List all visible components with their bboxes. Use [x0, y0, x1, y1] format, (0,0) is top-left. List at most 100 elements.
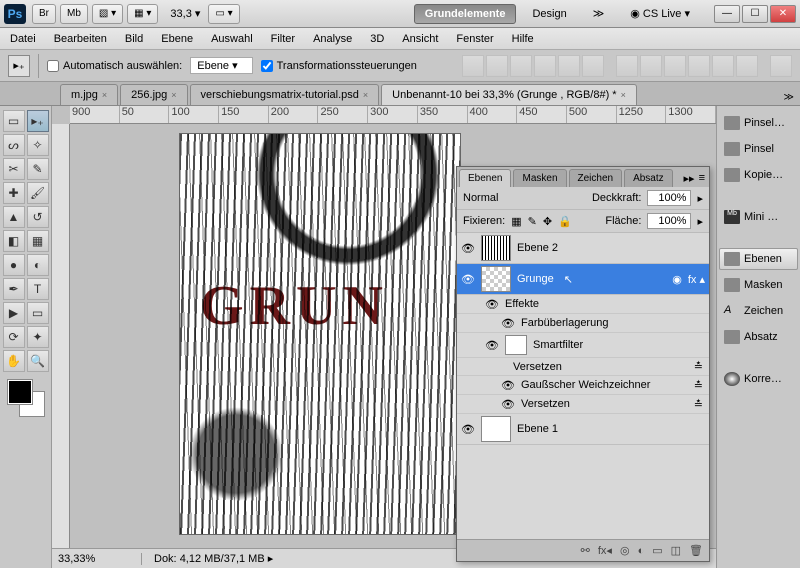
- distribute-btn-3[interactable]: [664, 55, 686, 77]
- panel-tab-ebenen[interactable]: Ebenen: [459, 169, 511, 187]
- document[interactable]: GRUN: [180, 134, 460, 534]
- menu-auswahl[interactable]: Auswahl: [211, 33, 253, 45]
- lock-pixels-icon[interactable]: ▦: [511, 215, 521, 228]
- panel-menu-icon[interactable]: ≡: [699, 172, 705, 185]
- panel-pinsel-preset[interactable]: Pinsel…: [719, 112, 798, 134]
- align-btn-5[interactable]: [558, 55, 580, 77]
- lock-all-icon[interactable]: 🔒: [558, 215, 572, 228]
- zoom-dropdown[interactable]: 33,3 ▾: [162, 7, 208, 20]
- layer-style-icon[interactable]: fx◂: [598, 544, 612, 557]
- filter-options-icon[interactable]: ≛: [694, 379, 709, 392]
- doc-tab-3[interactable]: Unbenannt-10 bei 33,3% (Grunge , RGB/8#)…: [381, 84, 637, 105]
- layer-name[interactable]: Grunge: [517, 273, 554, 285]
- menu-3d[interactable]: 3D: [370, 33, 384, 45]
- layer-mask-icon[interactable]: ◎: [620, 544, 630, 557]
- menu-analyse[interactable]: Analyse: [313, 33, 352, 45]
- stamp-tool[interactable]: ▲: [3, 206, 25, 228]
- layer-thumbnail[interactable]: [481, 266, 511, 292]
- panel-zeichen[interactable]: AZeichen: [719, 300, 798, 322]
- menu-bearbeiten[interactable]: Bearbeiten: [54, 33, 107, 45]
- new-layer-icon[interactable]: ◫: [671, 544, 681, 557]
- distribute-btn-5[interactable]: [712, 55, 734, 77]
- smart-filter-item[interactable]: Versetzen≛: [457, 358, 709, 376]
- maximize-button[interactable]: ☐: [742, 5, 768, 23]
- close-icon[interactable]: ×: [621, 90, 626, 100]
- layers-panel[interactable]: Ebenen Masken Zeichen Absatz ▸▸≡ Normal …: [456, 166, 710, 562]
- path-select-tool[interactable]: ▶: [3, 302, 25, 324]
- arrange-button[interactable]: ▭ ▾: [208, 4, 239, 24]
- panel-pinsel[interactable]: Pinsel: [719, 138, 798, 160]
- bridge-button[interactable]: Br: [32, 4, 56, 24]
- visibility-icon[interactable]: 👁: [501, 378, 515, 392]
- align-btn-6[interactable]: [582, 55, 604, 77]
- brush-tool[interactable]: 🖌: [27, 182, 49, 204]
- blend-mode-dropdown[interactable]: Normal: [463, 192, 586, 204]
- close-icon[interactable]: ×: [171, 90, 176, 100]
- gradient-tool[interactable]: ▦: [27, 230, 49, 252]
- distribute-btn-6[interactable]: [736, 55, 758, 77]
- delete-layer-icon[interactable]: 🗑: [689, 544, 703, 557]
- cslive-button[interactable]: ◉ CS Live ▾: [620, 4, 700, 23]
- layer-name[interactable]: Ebene 2: [517, 242, 558, 254]
- pen-tool[interactable]: ✒: [3, 278, 25, 300]
- magic-wand-tool[interactable]: ✧: [27, 134, 49, 156]
- blur-tool[interactable]: ●: [3, 254, 25, 276]
- chevron-icon[interactable]: ▸: [697, 215, 703, 228]
- lock-brush-icon[interactable]: ✎: [528, 215, 537, 228]
- workspace-primary[interactable]: Grundelemente: [414, 4, 517, 24]
- layer-name[interactable]: Ebene 1: [517, 423, 558, 435]
- move-tool[interactable]: ▸₊: [27, 110, 49, 132]
- filter-mask-thumbnail[interactable]: [505, 335, 527, 355]
- menu-filter[interactable]: Filter: [271, 33, 295, 45]
- visibility-icon[interactable]: 👁: [485, 297, 499, 311]
- link-layers-icon[interactable]: ⚯: [581, 544, 590, 557]
- panel-korrekturen[interactable]: Korre…: [719, 368, 798, 390]
- menu-ebene[interactable]: Ebene: [161, 33, 193, 45]
- layer-effect-item[interactable]: 👁 Farbüberlagerung: [457, 314, 709, 333]
- lock-position-icon[interactable]: ✥: [543, 215, 552, 228]
- doc-tab-2[interactable]: verschiebungsmatrix-tutorial.psd×: [190, 84, 380, 105]
- panel-absatz[interactable]: Absatz: [719, 326, 798, 348]
- panel-tab-masken[interactable]: Masken: [513, 169, 566, 187]
- type-tool[interactable]: T: [27, 278, 49, 300]
- menu-bild[interactable]: Bild: [125, 33, 143, 45]
- visibility-icon[interactable]: 👁: [461, 241, 475, 255]
- shape-tool[interactable]: ▭: [27, 302, 49, 324]
- extras-btn[interactable]: [770, 55, 792, 77]
- layer-effects-header[interactable]: 👁 Effekte: [457, 295, 709, 314]
- workspace-more[interactable]: ≫: [583, 4, 615, 23]
- visibility-icon[interactable]: 👁: [461, 272, 475, 286]
- layer-thumbnail[interactable]: [481, 235, 511, 261]
- layer-thumbnail[interactable]: [481, 416, 511, 442]
- align-btn-4[interactable]: [534, 55, 556, 77]
- layer-row-selected[interactable]: 👁 Grunge ↖ ◉ fx ▴: [457, 264, 709, 295]
- visibility-icon[interactable]: 👁: [485, 338, 499, 352]
- smart-filter-item[interactable]: 👁 Versetzen≛: [457, 395, 709, 414]
- auto-select-dropdown[interactable]: Ebene ▾: [190, 57, 252, 74]
- doc-tab-1[interactable]: 256.jpg×: [120, 84, 187, 105]
- doc-tab-0[interactable]: m.jpg×: [60, 84, 118, 105]
- workspace-secondary[interactable]: Design: [522, 5, 576, 23]
- close-button[interactable]: ✕: [770, 5, 796, 23]
- close-icon[interactable]: ×: [363, 90, 368, 100]
- marquee-tool[interactable]: ▭: [3, 110, 25, 132]
- close-icon[interactable]: ×: [102, 90, 107, 100]
- panel-mini[interactable]: MbMini …: [719, 206, 798, 228]
- hand-tool[interactable]: ✋: [3, 350, 25, 372]
- history-brush-tool[interactable]: ↺: [27, 206, 49, 228]
- visibility-icon[interactable]: 👁: [501, 397, 515, 411]
- adjustment-layer-icon[interactable]: ◐: [638, 545, 645, 557]
- distribute-btn-2[interactable]: [640, 55, 662, 77]
- visibility-icon[interactable]: 👁: [461, 422, 475, 436]
- fx-icon[interactable]: fx ▴: [688, 273, 705, 286]
- filter-options-icon[interactable]: ≛: [694, 398, 709, 411]
- menu-ansicht[interactable]: Ansicht: [402, 33, 438, 45]
- layer-row[interactable]: 👁 Ebene 2: [457, 233, 709, 264]
- filter-options-icon[interactable]: ≛: [694, 360, 709, 373]
- foreground-color[interactable]: [8, 380, 32, 404]
- distribute-btn-1[interactable]: [616, 55, 638, 77]
- distribute-btn-4[interactable]: [688, 55, 710, 77]
- menu-datei[interactable]: Datei: [10, 33, 36, 45]
- align-btn-3[interactable]: [510, 55, 532, 77]
- lasso-tool[interactable]: ᔕ: [3, 134, 25, 156]
